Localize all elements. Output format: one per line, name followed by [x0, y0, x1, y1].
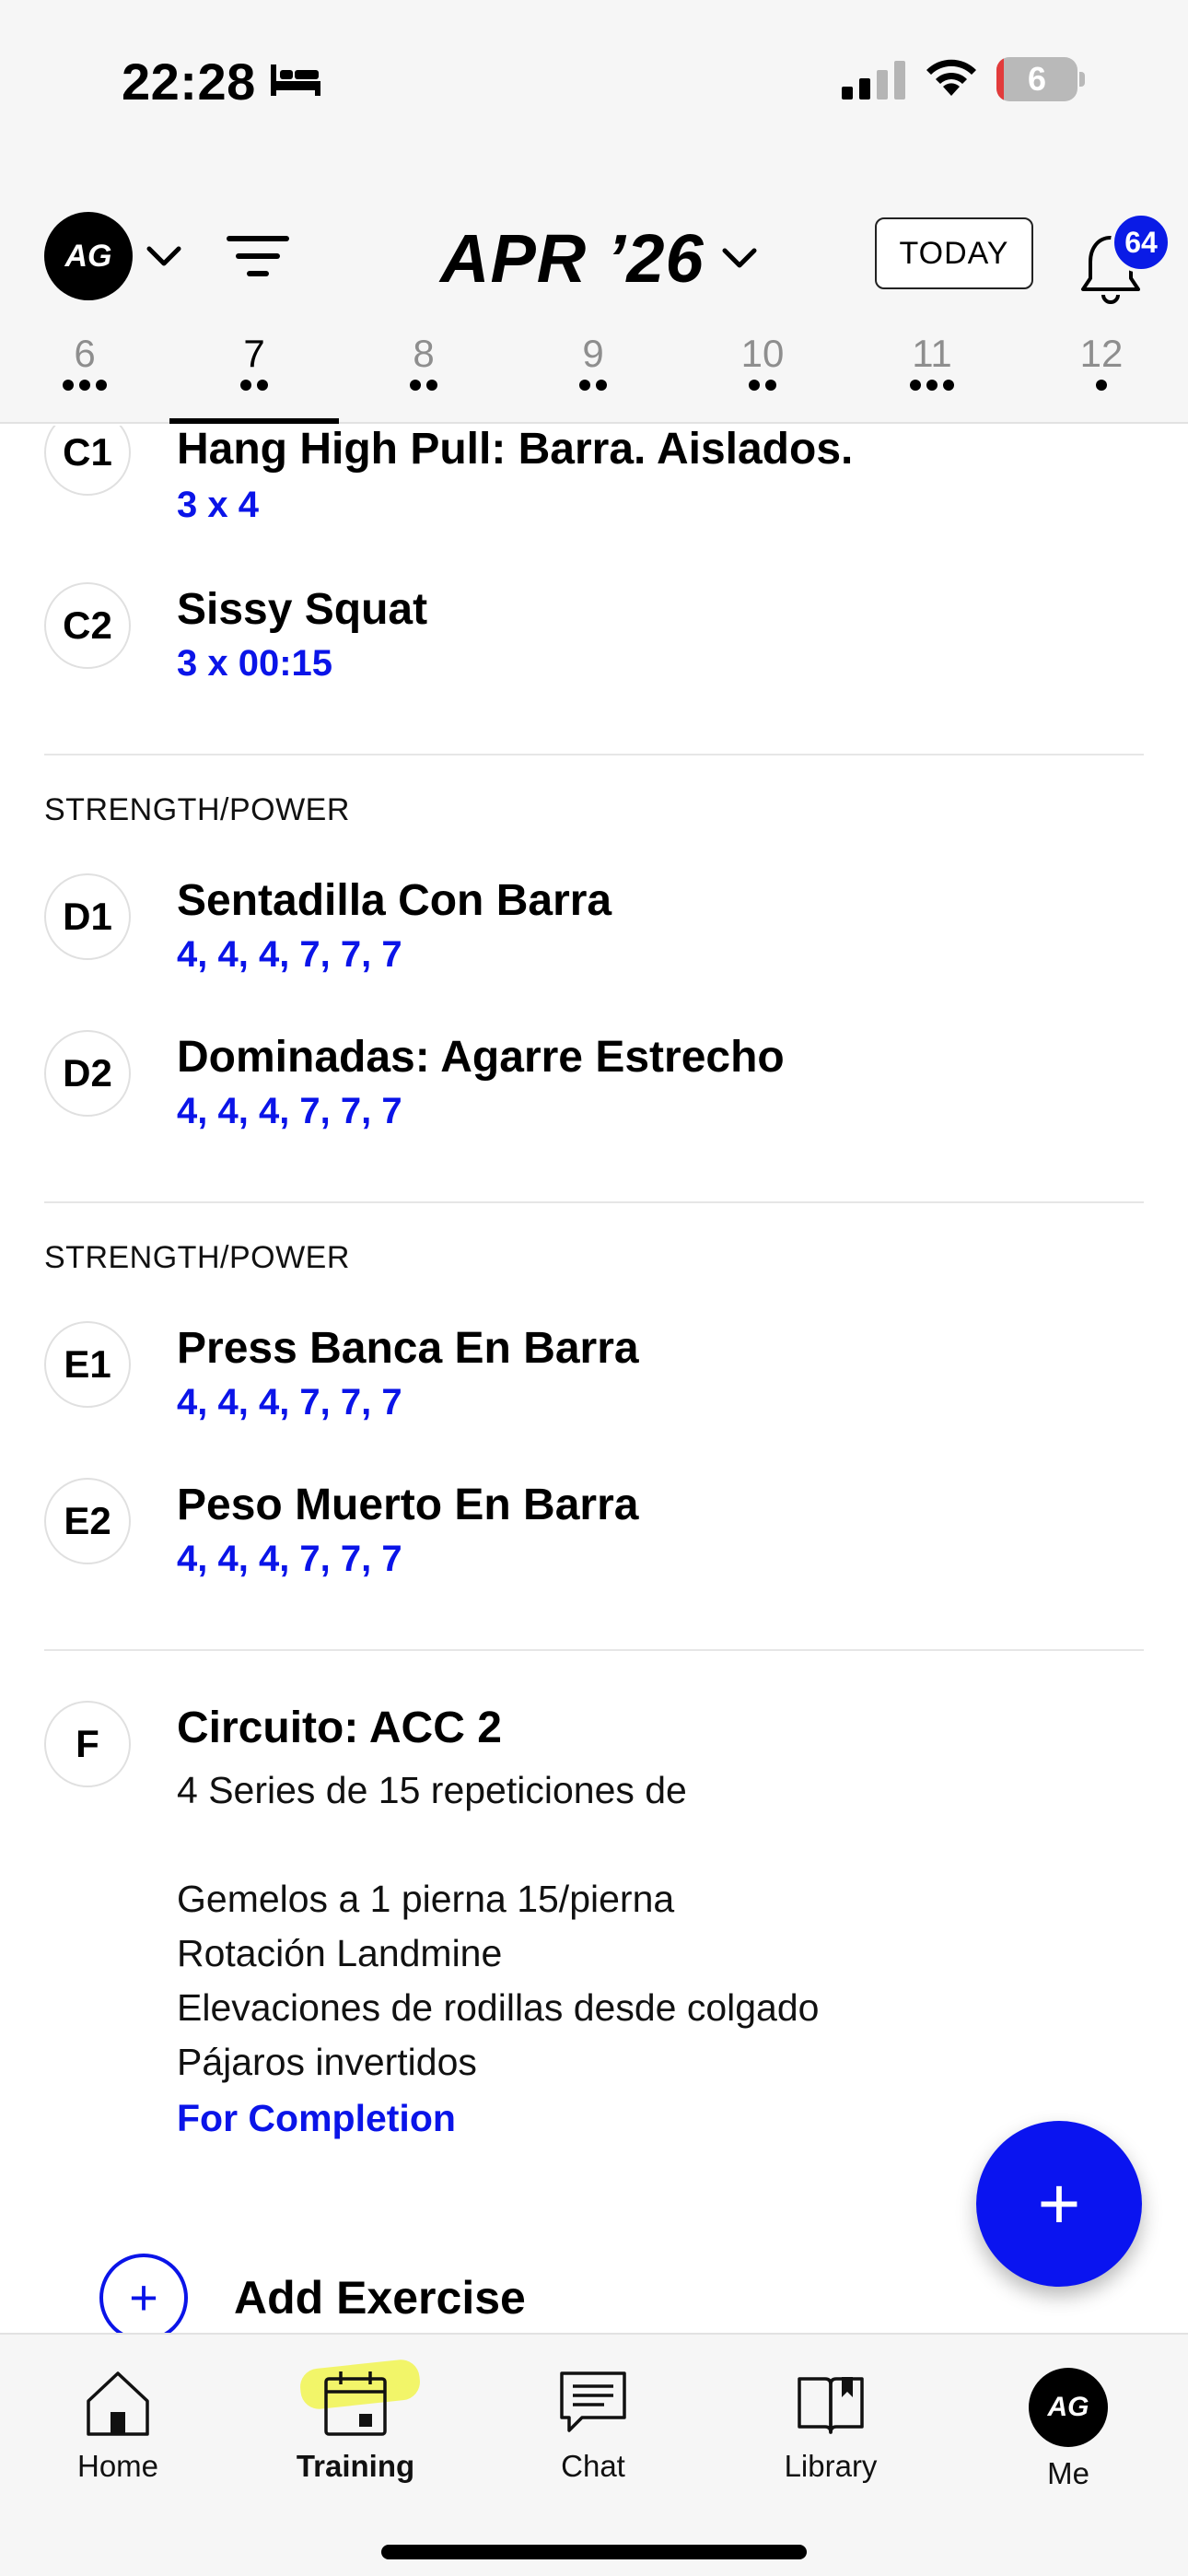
exercise-row[interactable]: E2 Peso Muerto En Barra 4, 4, 4, 7, 7, 7: [44, 1478, 1144, 1607]
day-strip: 6 7 8 9 10 11 12: [0, 324, 1188, 424]
bed-icon: [271, 64, 320, 96]
exercise-name: Dominadas: Agarre Estrecho: [177, 1033, 785, 1082]
day-dots: [169, 380, 339, 398]
exercise-row[interactable]: D2 Dominadas: Agarre Estrecho 4, 4, 4, 7…: [44, 1030, 1144, 1159]
wifi-icon: [926, 59, 976, 96]
tab-library[interactable]: Library: [729, 2344, 932, 2500]
book-icon: [798, 2377, 864, 2434]
status-bar: 22:28 6: [0, 0, 1188, 175]
exercise-sets: 4, 4, 4, 7, 7, 7: [177, 934, 402, 975]
chevron-down-icon: [722, 248, 757, 268]
section-divider: [44, 754, 1144, 755]
notification-badge: 64: [1111, 212, 1171, 273]
status-time: 22:28: [122, 53, 256, 111]
tab-me[interactable]: AG Me: [967, 2344, 1170, 2500]
tab-label: Library: [784, 2449, 878, 2483]
exercise-name: Sentadilla Con Barra: [177, 876, 612, 925]
calendar-header: AG APR ’26 TODAY 64 6 7 8 9 10 11 12: [0, 175, 1188, 424]
day-number: 8: [413, 332, 435, 375]
exercise-code: E2: [44, 1478, 131, 1564]
tab-training[interactable]: Training: [254, 2344, 457, 2500]
exercise-sets: 3 x 4: [177, 485, 259, 525]
exercise-row[interactable]: D1 Sentadilla Con Barra 4, 4, 4, 7, 7, 7: [44, 873, 1144, 1002]
day-11[interactable]: 11: [847, 324, 1017, 424]
tab-home[interactable]: Home: [17, 2344, 219, 2500]
day-10[interactable]: 10: [678, 324, 847, 424]
exercise-name: Peso Muerto En Barra: [177, 1481, 639, 1529]
section-label: STRENGTH/POWER: [44, 1240, 350, 1275]
circuit-row[interactable]: F Circuito: ACC 2 4 Series de 15 repetic…: [44, 1701, 1144, 2180]
day-number: 12: [1079, 332, 1124, 375]
tab-label: Training: [296, 2449, 415, 2483]
day-number: 9: [582, 332, 604, 375]
plus-icon: +: [99, 2254, 188, 2333]
exercise-name: Press Banca En Barra: [177, 1324, 639, 1373]
completion-type: For Completion: [177, 2097, 456, 2139]
add-exercise-label: Add Exercise: [234, 2272, 526, 2324]
section-divider: [44, 1201, 1144, 1203]
day-number: 7: [243, 332, 265, 375]
tab-label: Home: [76, 2449, 159, 2483]
day-dots: [339, 380, 508, 398]
section-label: STRENGTH/POWER: [44, 792, 350, 827]
plus-icon: +: [1037, 2162, 1081, 2244]
circuit-description: 4 Series de 15 repeticiones de Gemelos a…: [177, 1769, 820, 2083]
tab-label: Chat: [561, 2449, 625, 2483]
section-divider: [44, 1649, 1144, 1651]
add-fab-button[interactable]: +: [976, 2121, 1142, 2287]
notifications-button[interactable]: 64: [1076, 212, 1171, 304]
day-7[interactable]: 7: [169, 324, 339, 424]
chevron-down-icon[interactable]: [144, 240, 184, 273]
exercise-code: E1: [44, 1321, 131, 1408]
exercise-sets: 3 x 00:15: [177, 643, 333, 684]
day-dots: [847, 380, 1017, 398]
day-number: 6: [74, 332, 96, 375]
day-dots: [508, 380, 678, 398]
exercise-name: Sissy Squat: [177, 585, 428, 634]
calendar-icon: [324, 2371, 387, 2436]
exercise-name: Circuito: ACC 2: [177, 1704, 502, 1752]
exercise-name: Hang High Pull: Barra. Aislados.: [177, 426, 854, 474]
tab-label: Me: [1047, 2456, 1089, 2490]
today-button[interactable]: TODAY: [875, 217, 1033, 289]
filter-icon[interactable]: [225, 230, 291, 282]
exercise-row[interactable]: C2 Sissy Squat 3 x 00:15: [44, 582, 1144, 711]
day-6[interactable]: 6: [0, 324, 169, 424]
exercise-row[interactable]: C1 Hang High Pull: Barra. Aislados. 3 x …: [44, 426, 1144, 558]
day-dots: [678, 380, 847, 398]
day-number: 10: [740, 332, 785, 375]
avatar: AG: [1029, 2368, 1108, 2447]
month-picker[interactable]: APR ’26: [440, 212, 760, 304]
month-label: APR ’26: [440, 219, 705, 297]
exercise-sets: 4, 4, 4, 7, 7, 7: [177, 1091, 402, 1131]
selected-day-indicator: [169, 418, 339, 424]
exercise-code: C2: [44, 582, 131, 669]
exercise-code: D1: [44, 873, 131, 960]
profile-avatar[interactable]: AG: [44, 212, 133, 300]
day-9[interactable]: 9: [508, 324, 678, 424]
day-12[interactable]: 12: [1017, 324, 1186, 424]
tab-bar: Home Training Chat Library AG Me: [0, 2333, 1188, 2576]
tab-chat[interactable]: Chat: [492, 2344, 694, 2500]
exercise-sets: 4, 4, 4, 7, 7, 7: [177, 1382, 402, 1423]
day-8[interactable]: 8: [339, 324, 508, 424]
exercise-row[interactable]: E1 Press Banca En Barra 4, 4, 4, 7, 7, 7: [44, 1321, 1144, 1450]
battery-level: 6: [1027, 60, 1047, 98]
home-icon: [87, 2371, 149, 2436]
battery-icon: 6: [996, 57, 1085, 101]
home-indicator: [381, 2545, 807, 2559]
exercise-code: C1: [44, 426, 131, 496]
day-number: 11: [912, 332, 952, 375]
exercise-sets: 4, 4, 4, 7, 7, 7: [177, 1539, 402, 1579]
chat-icon: [560, 2371, 626, 2432]
exercise-code: D2: [44, 1030, 131, 1117]
add-exercise-button[interactable]: + Add Exercise: [99, 2252, 526, 2333]
signal-icon: [842, 61, 905, 100]
day-dots: [0, 380, 169, 398]
workout-list: C1 Hang High Pull: Barra. Aislados. 3 x …: [0, 426, 1188, 2333]
exercise-code: F: [44, 1701, 131, 1787]
day-dots: [1017, 380, 1186, 398]
